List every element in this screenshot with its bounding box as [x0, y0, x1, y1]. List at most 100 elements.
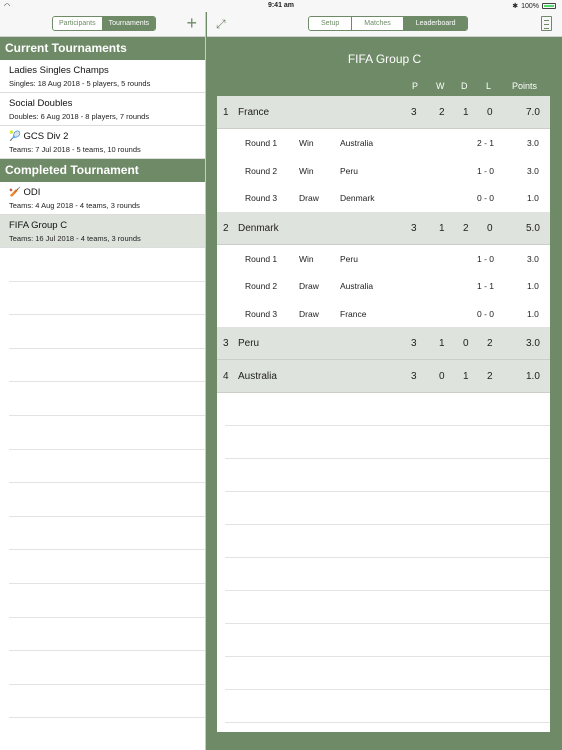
team-won: 1: [439, 338, 445, 349]
tournament-title: Social Doubles: [9, 98, 73, 109]
team-lost: 0: [487, 222, 493, 234]
round-points: 3.0: [527, 165, 539, 176]
team-won: 2: [439, 107, 445, 118]
battery-icon: [542, 3, 556, 9]
empty-board-area: [217, 393, 550, 723]
round-score: 1 - 1: [477, 281, 495, 291]
empty-row: [9, 248, 205, 282]
tournament-item-fifa-group-c[interactable]: FIFA Group C Teams: 16 Jul 2018 - 4 team…: [0, 215, 205, 248]
left-nav-bar: Participants Tournaments +: [0, 12, 205, 37]
round-score: 2 - 1: [477, 138, 495, 148]
status-bar: ◠ 9:41 am ✱ 100%: [0, 0, 562, 12]
round-label: Round 2: [245, 165, 278, 176]
round-row: Round 3 Draw Denmark 0 - 0 1.0: [217, 184, 550, 212]
round-score: 1 - 0: [477, 165, 495, 176]
team-row-denmark[interactable]: 2 Denmark 3 1 2 0 5.0: [217, 211, 550, 245]
tournament-item-gcs-div-2[interactable]: 🎾 GCS Div 2 Teams: 7 Jul 2018 - 5 teams,…: [0, 126, 205, 159]
section-current-tournaments: Current Tournaments: [0, 37, 205, 60]
empty-row: [225, 426, 550, 459]
team-name: Australia: [238, 371, 277, 382]
team-rank: 2: [223, 222, 229, 234]
tournament-item-social-doubles[interactable]: Social Doubles Doubles: 6 Aug 2018 - 8 p…: [0, 93, 205, 126]
section-completed-tournament: Completed Tournament: [0, 159, 205, 182]
round-row: Round 2 Win Peru 1 - 0 3.0: [217, 157, 550, 185]
team-drawn: 2: [463, 222, 469, 234]
tab-participants[interactable]: Participants: [53, 17, 103, 30]
tournament-subtitle: Teams: 4 Aug 2018 - 4 teams, 3 rounds: [9, 201, 140, 210]
tournament-subtitle: Teams: 7 Jul 2018 - 5 teams, 10 rounds: [9, 145, 141, 154]
team-lost: 2: [487, 371, 493, 382]
empty-row: [9, 550, 205, 584]
round-result: Win: [299, 165, 314, 176]
empty-row: [225, 657, 550, 690]
empty-row: [225, 558, 550, 591]
round-label: Round 3: [245, 193, 278, 203]
tournament-title: GCS Div 2: [23, 131, 69, 142]
column-header-won: W: [436, 81, 445, 91]
tab-leaderboard[interactable]: Leaderboard: [403, 17, 468, 30]
bluetooth-icon: ✱: [512, 3, 519, 10]
team-row-france[interactable]: 1 France 3 2 1 0 7.0: [217, 96, 550, 129]
participants-tournaments-segmented-control: Participants Tournaments: [52, 16, 157, 31]
empty-row: [9, 382, 205, 416]
team-points: 5.0: [526, 222, 540, 234]
round-row: Round 1 Win Australia 2 - 1 3.0: [217, 129, 550, 157]
empty-row: [225, 459, 550, 492]
round-result: Draw: [299, 193, 319, 203]
empty-row: [225, 624, 550, 657]
empty-row: [9, 685, 205, 719]
team-played: 3: [411, 107, 417, 118]
add-tournament-button[interactable]: +: [186, 13, 197, 33]
team-row-australia[interactable]: 4 Australia 3 0 1 2 1.0: [217, 360, 550, 393]
team-row-peru[interactable]: 3 Peru 3 1 0 2 3.0: [217, 327, 550, 360]
tournament-item-odi[interactable]: 🏏 ODI Teams: 4 Aug 2018 - 4 teams, 3 rou…: [0, 182, 205, 215]
empty-row: [9, 517, 205, 551]
round-label: Round 1: [245, 138, 278, 148]
column-header-drawn: D: [461, 81, 468, 91]
team-points: 1.0: [526, 371, 540, 382]
round-result: Draw: [299, 308, 319, 319]
empty-row: [9, 618, 205, 652]
round-score: 0 - 0: [477, 308, 495, 319]
document-icon[interactable]: [541, 16, 552, 31]
setup-matches-leaderboard-segmented-control: Setup Matches Leaderboard: [308, 16, 469, 31]
tennis-ball-icon: 🎾: [9, 131, 21, 142]
tournament-list-pane: Participants Tournaments + Current Tourn…: [0, 12, 206, 750]
team-won: 1: [439, 222, 445, 234]
empty-row: [9, 483, 205, 517]
round-points: 1.0: [527, 281, 539, 291]
status-right: ✱ 100%: [512, 2, 556, 10]
tab-matches[interactable]: Matches: [352, 17, 404, 30]
team-rank: 4: [223, 371, 229, 382]
team-drawn: 1: [463, 107, 469, 118]
round-points: 1.0: [527, 308, 539, 319]
empty-row: [9, 651, 205, 685]
round-label: Round 3: [245, 308, 278, 319]
status-time: 9:41 am: [267, 2, 295, 9]
tournament-item-ladies-singles-champs[interactable]: Ladies Singles Champs Singles: 18 Aug 20…: [0, 60, 205, 93]
empty-row: [9, 450, 205, 484]
tournament-title: FIFA Group C: [9, 220, 68, 231]
team-name: Denmark: [238, 222, 279, 234]
leaderboard-title: FIFA Group C: [347, 52, 422, 66]
team-played: 3: [411, 222, 417, 234]
tab-setup[interactable]: Setup: [309, 17, 353, 30]
empty-row: [225, 591, 550, 624]
empty-row: [9, 315, 205, 349]
team-points: 3.0: [526, 338, 540, 349]
empty-row: [225, 525, 550, 558]
round-points: 3.0: [527, 138, 539, 148]
team-lost: 0: [487, 107, 493, 118]
team-played: 3: [411, 338, 417, 349]
expand-icon[interactable]: ⤢: [216, 17, 230, 31]
empty-row: [9, 349, 205, 383]
empty-row: [9, 584, 205, 618]
empty-row: [225, 492, 550, 525]
round-opponent: Australia: [340, 138, 374, 148]
round-result: Draw: [299, 281, 319, 291]
leaderboard-table: 1 France 3 2 1 0 7.0 Round 1 Win Austral…: [217, 96, 550, 732]
tab-tournaments[interactable]: Tournaments: [102, 17, 156, 30]
round-opponent: Peru: [340, 253, 358, 264]
round-opponent: Peru: [340, 165, 358, 176]
round-opponent: Denmark: [340, 193, 375, 203]
